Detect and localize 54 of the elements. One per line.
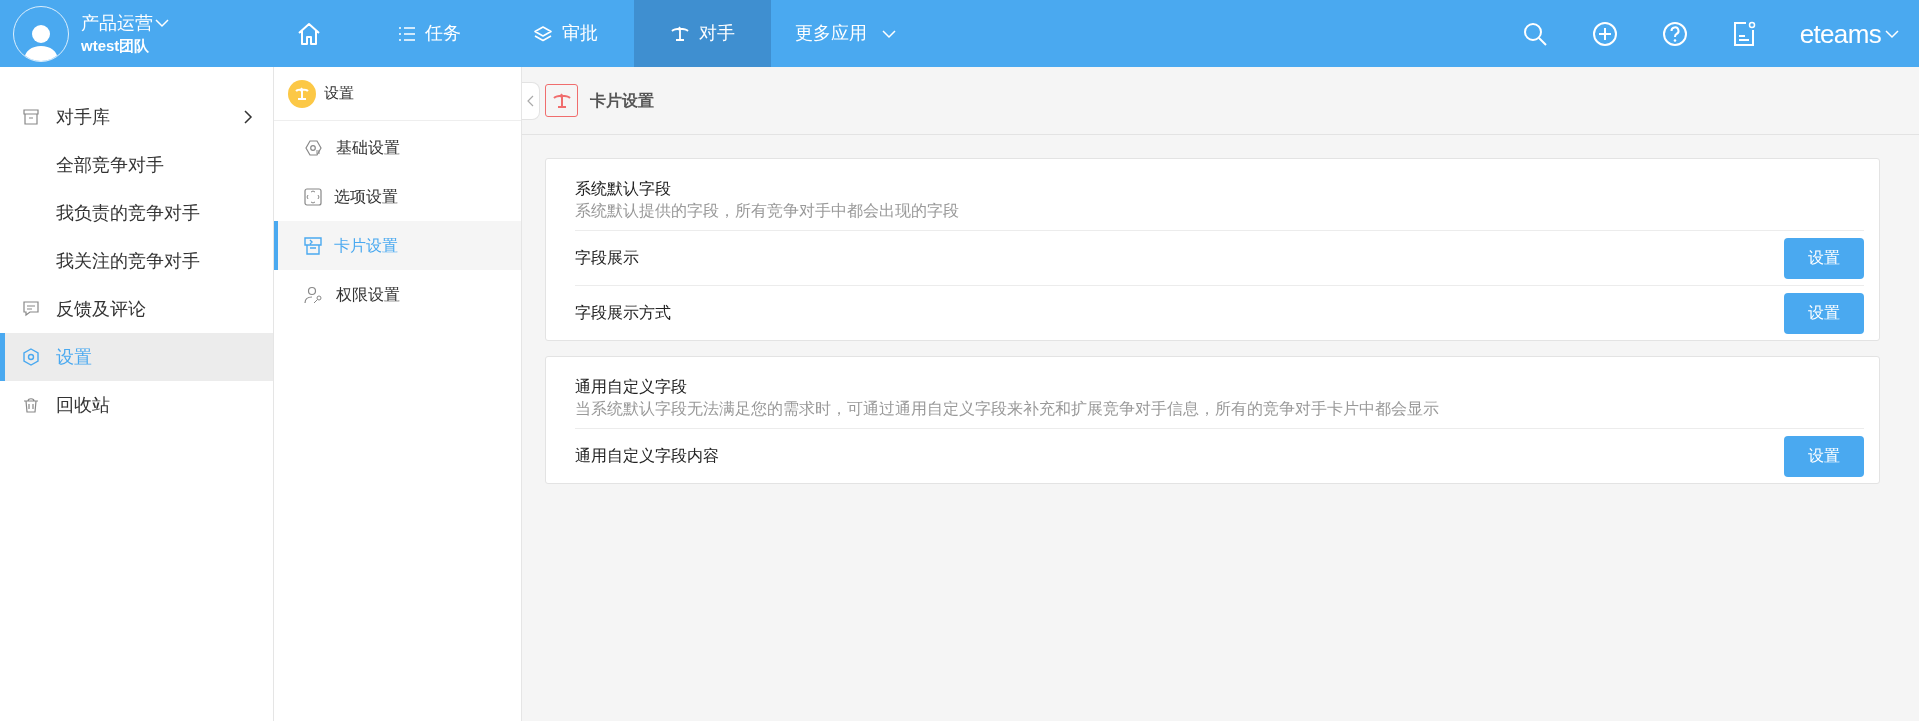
settings-icon	[22, 348, 40, 366]
note-icon[interactable]	[1731, 20, 1756, 47]
submenu-item[interactable]: 卡片设置	[274, 221, 521, 270]
sidebar-item[interactable]: 设置	[0, 333, 273, 381]
list-icon	[398, 25, 416, 42]
help-icon[interactable]	[1661, 20, 1688, 47]
submenu-item[interactable]: 选项设置	[274, 172, 521, 221]
chevron-down-icon[interactable]	[155, 17, 169, 28]
user-name[interactable]: 产品运营	[81, 10, 153, 35]
section-title: 通用自定义字段	[575, 377, 688, 397]
chevron-left-icon[interactable]	[526, 95, 535, 107]
section-title: 系统默认字段	[575, 179, 672, 199]
sidebar-item[interactable]: 回收站	[0, 381, 273, 429]
page-title: 卡片设置	[590, 90, 654, 111]
chevron-down-icon	[882, 28, 896, 39]
setting-label: 字段展示	[575, 248, 639, 268]
scale-badge-icon	[288, 79, 316, 108]
trash-icon	[22, 396, 40, 414]
section-description: 系统默认提供的字段，所有竞争对手中都会出现的字段	[575, 201, 960, 221]
settings-button[interactable]: 设置	[1784, 292, 1864, 334]
card-icon	[304, 236, 322, 255]
options-icon	[304, 187, 322, 206]
comment-icon	[22, 300, 40, 318]
submenu-item[interactable]: 基础设置	[274, 123, 521, 172]
box-icon	[22, 108, 40, 126]
layers-icon	[533, 24, 553, 43]
setting-label: 字段展示方式	[575, 303, 671, 323]
nav-tab[interactable]: 对手	[634, 0, 771, 67]
scale-icon	[670, 24, 690, 43]
chevron-down-icon[interactable]	[1885, 28, 1899, 39]
chevron-right-icon	[243, 109, 253, 125]
collapse-button[interactable]	[522, 82, 540, 120]
user-key-icon	[304, 285, 324, 304]
nav-tab[interactable]: 审批	[497, 0, 634, 67]
team-name: wtest团队	[81, 35, 151, 56]
submenu-item[interactable]: 权限设置	[274, 270, 521, 319]
sidebar-item[interactable]: 对手库	[0, 93, 273, 141]
sidebar-item[interactable]: 我负责的竞争对手	[0, 189, 273, 237]
sidebar-item[interactable]: 全部竞争对手	[0, 141, 273, 189]
scale-icon	[545, 84, 578, 117]
nav-tab[interactable]: 更多应用	[771, 0, 920, 67]
sidebar-item[interactable]: 反馈及评论	[0, 285, 273, 333]
home-icon	[296, 20, 322, 47]
sidebar-item[interactable]: 我关注的竞争对手	[0, 237, 273, 285]
nav-tab[interactable]: 任务	[362, 0, 497, 67]
gear-icon	[304, 138, 324, 157]
submenu-title: 设置	[324, 83, 354, 104]
search-icon[interactable]	[1521, 20, 1548, 47]
brand-logo[interactable]: eteams	[1799, 18, 1881, 49]
add-icon[interactable]	[1591, 20, 1618, 47]
setting-label: 通用自定义字段内容	[575, 446, 719, 466]
settings-button[interactable]: 设置	[1784, 237, 1864, 279]
settings-button[interactable]: 设置	[1784, 435, 1864, 477]
section-description: 当系统默认字段无法满足您的需求时，可通过通用自定义字段来补充和扩展竞争对手信息，所有的竞争对手卡片中都会显示	[575, 399, 1440, 419]
